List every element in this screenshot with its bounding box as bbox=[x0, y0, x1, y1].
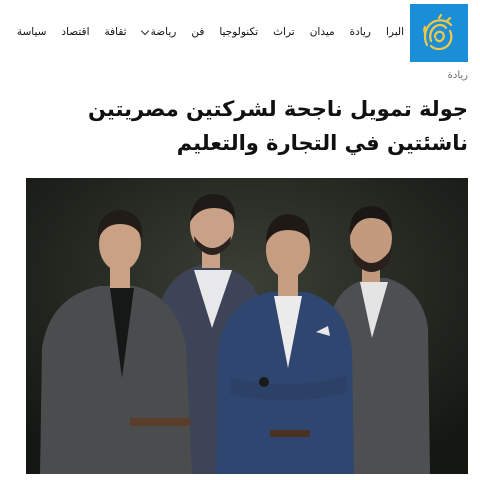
nav-item-truncated[interactable]: البرا bbox=[386, 26, 404, 38]
aljazeera-logo-icon bbox=[423, 13, 453, 51]
headline-line-1: جولة تمويل ناجحة لشركتين مصريتين bbox=[88, 97, 468, 121]
nav-item-sports-label: رياضة bbox=[150, 26, 177, 38]
nav-item-heritage[interactable]: تراث bbox=[273, 26, 295, 38]
nav-item-technology[interactable]: تكنولوجيا bbox=[219, 26, 258, 38]
nav-item-entrepreneurship[interactable]: ريادة bbox=[350, 26, 371, 38]
article-headline: جولة تمويل ناجحة لشركتين مصريتين ناشئتين… bbox=[28, 92, 468, 160]
top-navigation: سياسة اقتصاد ثقافة رياضة فن تكنولوجيا تر… bbox=[0, 0, 480, 64]
nav-menu: سياسة اقتصاد ثقافة رياضة فن تكنولوجيا تر… bbox=[17, 26, 404, 38]
founders-photo-illustration bbox=[26, 178, 468, 474]
nav-item-art[interactable]: فن bbox=[191, 26, 204, 38]
nav-item-politics[interactable]: سياسة bbox=[17, 26, 47, 38]
aljazeera-logo[interactable] bbox=[410, 4, 468, 62]
nav-item-culture[interactable]: ثقافة bbox=[105, 26, 127, 38]
article-photo bbox=[26, 178, 468, 474]
nav-item-sports[interactable]: رياضة bbox=[140, 26, 177, 38]
headline-line-2: ناشئتين في التجارة والتعليم bbox=[176, 131, 468, 155]
article-category[interactable]: ريادة bbox=[448, 70, 468, 81]
nav-item-midan[interactable]: ميدان bbox=[310, 26, 335, 38]
chevron-down-icon bbox=[140, 26, 149, 35]
nav-item-economy[interactable]: اقتصاد bbox=[61, 26, 89, 38]
